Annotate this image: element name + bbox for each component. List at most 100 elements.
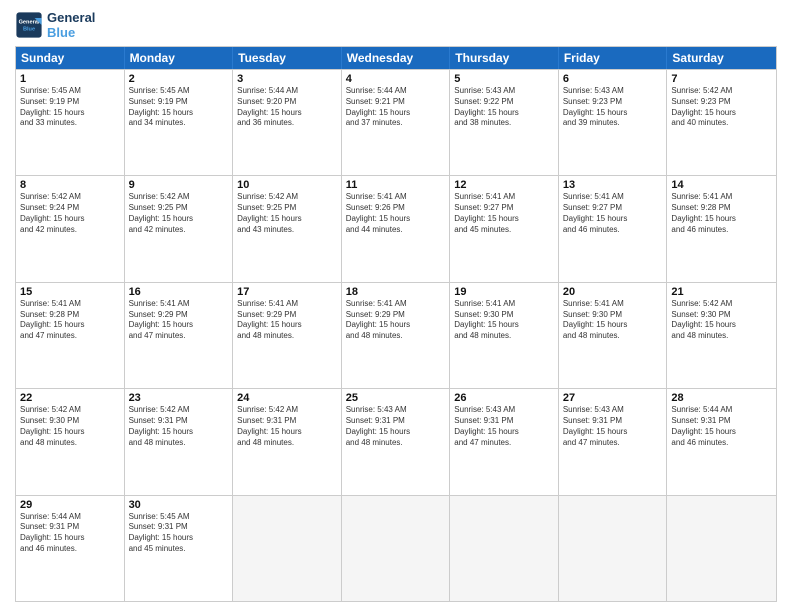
header-day-tuesday: Tuesday [233, 47, 342, 69]
header-day-sunday: Sunday [16, 47, 125, 69]
day-cell-22: 22Sunrise: 5:42 AMSunset: 9:30 PMDayligh… [16, 389, 125, 494]
day-info: Sunrise: 5:41 AMSunset: 9:28 PMDaylight:… [671, 192, 772, 235]
day-info: Sunrise: 5:45 AMSunset: 9:31 PMDaylight:… [129, 512, 229, 555]
day-cell-17: 17Sunrise: 5:41 AMSunset: 9:29 PMDayligh… [233, 283, 342, 388]
day-number: 8 [20, 179, 120, 191]
logo-text: General Blue [47, 10, 95, 40]
day-info: Sunrise: 5:42 AMSunset: 9:30 PMDaylight:… [20, 405, 120, 448]
day-number: 25 [346, 392, 446, 404]
day-number: 27 [563, 392, 663, 404]
calendar-week-3: 15Sunrise: 5:41 AMSunset: 9:28 PMDayligh… [16, 282, 776, 388]
header-day-thursday: Thursday [450, 47, 559, 69]
empty-cell [667, 496, 776, 601]
header-day-friday: Friday [559, 47, 668, 69]
day-number: 9 [129, 179, 229, 191]
day-info: Sunrise: 5:45 AMSunset: 9:19 PMDaylight:… [129, 86, 229, 129]
calendar-week-5: 29Sunrise: 5:44 AMSunset: 9:31 PMDayligh… [16, 495, 776, 601]
day-number: 21 [671, 286, 772, 298]
day-info: Sunrise: 5:43 AMSunset: 9:22 PMDaylight:… [454, 86, 554, 129]
day-number: 16 [129, 286, 229, 298]
day-info: Sunrise: 5:42 AMSunset: 9:30 PMDaylight:… [671, 299, 772, 342]
day-info: Sunrise: 5:42 AMSunset: 9:23 PMDaylight:… [671, 86, 772, 129]
day-number: 13 [563, 179, 663, 191]
day-number: 19 [454, 286, 554, 298]
day-number: 15 [20, 286, 120, 298]
day-number: 12 [454, 179, 554, 191]
day-cell-1: 1Sunrise: 5:45 AMSunset: 9:19 PMDaylight… [16, 70, 125, 175]
day-number: 24 [237, 392, 337, 404]
calendar-grid: SundayMondayTuesdayWednesdayThursdayFrid… [15, 46, 777, 602]
day-info: Sunrise: 5:44 AMSunset: 9:20 PMDaylight:… [237, 86, 337, 129]
day-cell-26: 26Sunrise: 5:43 AMSunset: 9:31 PMDayligh… [450, 389, 559, 494]
empty-cell [342, 496, 451, 601]
day-cell-29: 29Sunrise: 5:44 AMSunset: 9:31 PMDayligh… [16, 496, 125, 601]
calendar-body: 1 Sunrise: 5:45 AMSunset: 9:19 PMDaylight… [16, 69, 776, 601]
day-number: 20 [563, 286, 663, 298]
day-cell-7: 7Sunrise: 5:42 AMSunset: 9:23 PMDaylight… [667, 70, 776, 175]
day-info: Sunrise: 5:44 AMSunset: 9:31 PMDaylight:… [671, 405, 772, 448]
day-number: 10 [237, 179, 337, 191]
header-day-wednesday: Wednesday [342, 47, 451, 69]
day-info: Sunrise: 5:42 AMSunset: 9:25 PMDaylight:… [129, 192, 229, 235]
day-info: Sunrise: 5:44 AMSunset: 9:31 PMDaylight:… [20, 512, 120, 555]
day-cell-23: 23Sunrise: 5:42 AMSunset: 9:31 PMDayligh… [125, 389, 234, 494]
day-number: 5 [454, 73, 554, 85]
calendar-week-4: 22Sunrise: 5:42 AMSunset: 9:30 PMDayligh… [16, 388, 776, 494]
day-number: 3 [237, 73, 337, 85]
day-number: 6 [563, 73, 663, 85]
day-number: 28 [671, 392, 772, 404]
svg-text:Blue: Blue [23, 27, 35, 33]
day-info: Sunrise: 5:41 AMSunset: 9:29 PMDaylight:… [346, 299, 446, 342]
logo: General Blue General Blue [15, 10, 95, 40]
day-info: Sunrise: 5:42 AMSunset: 9:25 PMDaylight:… [237, 192, 337, 235]
header-day-saturday: Saturday [667, 47, 776, 69]
day-cell-16: 16Sunrise: 5:41 AMSunset: 9:29 PMDayligh… [125, 283, 234, 388]
day-info: Sunrise: 5:41 AMSunset: 9:27 PMDaylight:… [563, 192, 663, 235]
day-cell-27: 27Sunrise: 5:43 AMSunset: 9:31 PMDayligh… [559, 389, 668, 494]
day-number: 23 [129, 392, 229, 404]
day-cell-10: 10Sunrise: 5:42 AMSunset: 9:25 PMDayligh… [233, 176, 342, 281]
day-number: 2 [129, 73, 229, 85]
day-cell-30: 30Sunrise: 5:45 AMSunset: 9:31 PMDayligh… [125, 496, 234, 601]
day-number: 26 [454, 392, 554, 404]
day-info: Sunrise: 5:41 AMSunset: 9:29 PMDaylight:… [237, 299, 337, 342]
day-cell-2: 2Sunrise: 5:45 AMSunset: 9:19 PMDaylight… [125, 70, 234, 175]
empty-cell [559, 496, 668, 601]
day-info: Sunrise: 5:41 AMSunset: 9:28 PMDaylight:… [20, 299, 120, 342]
empty-cell [233, 496, 342, 601]
day-cell-24: 24Sunrise: 5:42 AMSunset: 9:31 PMDayligh… [233, 389, 342, 494]
calendar-week-2: 8Sunrise: 5:42 AMSunset: 9:24 PMDaylight… [16, 175, 776, 281]
calendar-week-1: 1 Sunrise: 5:45 AMSunset: 9:19 PMDaylight… [16, 69, 776, 175]
day-number: 1 [20, 73, 120, 85]
svg-text:General: General [19, 20, 40, 26]
day-info: Sunrise: 5:43 AMSunset: 9:31 PMDaylight:… [346, 405, 446, 448]
day-info: Sunrise: 5:41 AMSunset: 9:30 PMDaylight:… [454, 299, 554, 342]
day-cell-11: 11Sunrise: 5:41 AMSunset: 9:26 PMDayligh… [342, 176, 451, 281]
day-number: 18 [346, 286, 446, 298]
day-info: Sunrise: 5:43 AMSunset: 9:31 PMDaylight:… [563, 405, 663, 448]
day-cell-6: 6Sunrise: 5:43 AMSunset: 9:23 PMDaylight… [559, 70, 668, 175]
day-cell-28: 28Sunrise: 5:44 AMSunset: 9:31 PMDayligh… [667, 389, 776, 494]
day-info: Sunrise: 5:41 AMSunset: 9:30 PMDaylight:… [563, 299, 663, 342]
day-info: Sunrise: 5:43 AMSunset: 9:23 PMDaylight:… [563, 86, 663, 129]
day-info: Sunrise: 5:41 AMSunset: 9:27 PMDaylight:… [454, 192, 554, 235]
day-cell-18: 18Sunrise: 5:41 AMSunset: 9:29 PMDayligh… [342, 283, 451, 388]
calendar-header: SundayMondayTuesdayWednesdayThursdayFrid… [16, 47, 776, 69]
day-cell-3: 3Sunrise: 5:44 AMSunset: 9:20 PMDaylight… [233, 70, 342, 175]
day-cell-9: 9Sunrise: 5:42 AMSunset: 9:25 PMDaylight… [125, 176, 234, 281]
day-cell-12: 12Sunrise: 5:41 AMSunset: 9:27 PMDayligh… [450, 176, 559, 281]
day-info: Sunrise: 5:41 AMSunset: 9:29 PMDaylight:… [129, 299, 229, 342]
day-number: 30 [129, 499, 229, 511]
day-number: 17 [237, 286, 337, 298]
logo-icon: General Blue [15, 11, 43, 39]
day-number: 11 [346, 179, 446, 191]
day-number: 29 [20, 499, 120, 511]
day-info: Sunrise: 5:42 AMSunset: 9:31 PMDaylight:… [129, 405, 229, 448]
day-number: 22 [20, 392, 120, 404]
day-cell-5: 5Sunrise: 5:43 AMSunset: 9:22 PMDaylight… [450, 70, 559, 175]
day-number: 4 [346, 73, 446, 85]
day-info: Sunrise: 5:42 AMSunset: 9:24 PMDaylight:… [20, 192, 120, 235]
day-info: Sunrise: 5:41 AMSunset: 9:26 PMDaylight:… [346, 192, 446, 235]
page-header: General Blue General Blue [15, 10, 777, 40]
day-cell-19: 19Sunrise: 5:41 AMSunset: 9:30 PMDayligh… [450, 283, 559, 388]
